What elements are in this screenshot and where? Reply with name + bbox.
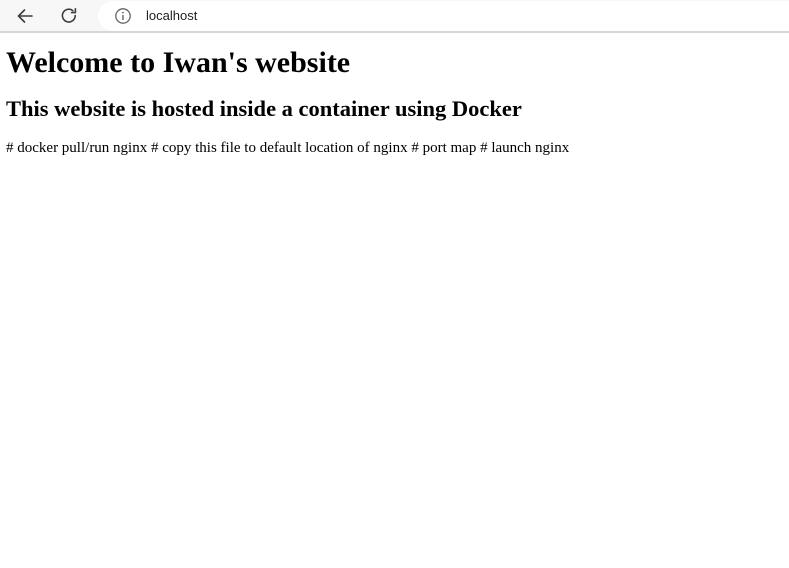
reload-icon bbox=[61, 8, 77, 23]
address-bar[interactable]: localhost bbox=[98, 1, 789, 31]
page-heading: Welcome to Iwan's website bbox=[6, 46, 351, 79]
browser-toolbar: localhost bbox=[0, 0, 789, 33]
body-text: # docker pull/run nginx # copy this file… bbox=[6, 140, 570, 156]
back-arrow-icon bbox=[17, 9, 33, 23]
info-icon[interactable] bbox=[114, 7, 132, 25]
reload-button[interactable] bbox=[54, 2, 84, 30]
back-button[interactable] bbox=[10, 2, 40, 30]
url-text[interactable]: localhost bbox=[146, 8, 197, 24]
page-content: Welcome to Iwan's website This website i… bbox=[0, 35, 789, 568]
page-subheading: This website is hosted inside a containe… bbox=[6, 96, 522, 121]
